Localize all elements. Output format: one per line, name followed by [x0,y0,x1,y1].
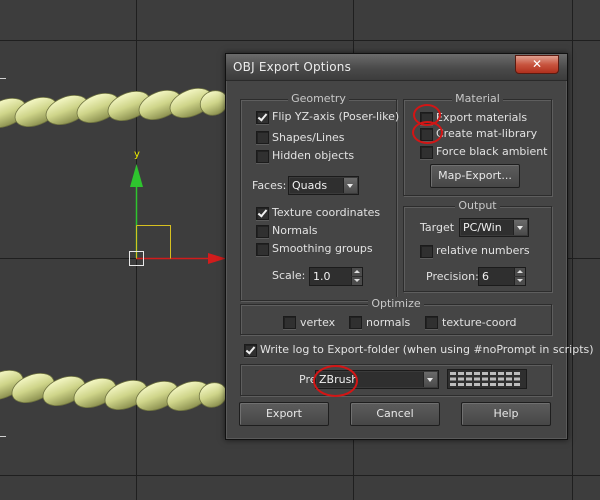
annotation-circle-preset [313,365,358,397]
cancel-button[interactable]: Cancel [350,402,440,426]
optimize-vertex-checkbox[interactable] [283,316,296,329]
write-log-label[interactable]: Write log to Export-folder (when using #… [260,343,594,356]
force-black-ambient-label[interactable]: Force black ambient [436,145,548,158]
flip-yz-checkbox[interactable] [256,111,269,124]
target-dropdown[interactable]: PC/Win [459,218,529,237]
hidden-objects-checkbox[interactable] [256,150,269,163]
obj-export-dialog: OBJ Export Options ✕ Geometry Flip YZ-ax… [225,53,594,440]
precision-label: Precision: [426,270,479,283]
close-icon: ✕ [531,57,543,71]
smoothing-groups-checkbox[interactable] [256,243,269,256]
create-mat-library-label[interactable]: Create mat-library [436,127,537,140]
force-black-ambient-checkbox[interactable] [420,146,433,159]
map-export-button[interactable]: Map-Export... [430,164,520,188]
chevron-down-icon [343,178,357,193]
dialog-titlebar[interactable]: OBJ Export Options ✕ [226,54,567,81]
close-button[interactable]: ✕ [515,55,559,74]
hidden-objects-label[interactable]: Hidden objects [272,149,354,162]
export-materials-label[interactable]: Export materials [436,111,527,124]
scale-label: Scale: [272,269,306,282]
chevron-down-icon [423,372,437,387]
geometry-group-title: Geometry [288,92,349,105]
shapes-lines-checkbox[interactable] [256,131,269,144]
precision-value: 6 [482,270,489,283]
output-group-title: Output [455,199,500,212]
material-group-title: Material [452,92,503,105]
texture-coordinates-label[interactable]: Texture coordinates [272,206,380,219]
target-label: Target [420,221,455,234]
write-log-checkbox[interactable] [244,344,257,357]
annotation-circle-create-mat-library [412,121,443,144]
spinner-down-icon[interactable] [514,277,525,285]
scale-spinner[interactable]: 1.0 [309,267,363,286]
relative-numbers-checkbox[interactable] [420,245,433,258]
axis-label-y: y [134,149,140,160]
texture-coordinates-checkbox[interactable] [256,207,269,220]
preset-list-icon[interactable] [447,369,527,389]
normals-label[interactable]: Normals [272,224,318,237]
optimize-texture-coord-checkbox[interactable] [425,316,438,329]
dialog-title: OBJ Export Options [233,60,352,74]
scale-value: 1.0 [313,270,331,283]
normals-checkbox[interactable] [256,225,269,238]
help-button[interactable]: Help [461,402,551,426]
optimize-normals-checkbox[interactable] [349,316,362,329]
optimize-group-title: Optimize [368,297,424,310]
target-value: PC/Win [463,221,502,234]
export-button[interactable]: Export [239,402,329,426]
spinner-down-icon[interactable] [351,277,362,285]
spinner-up-icon[interactable] [514,268,525,276]
optimize-vertex-label[interactable]: vertex [300,316,335,329]
shapes-lines-label[interactable]: Shapes/Lines [272,131,345,144]
flip-yz-label[interactable]: Flip YZ-axis (Poser-like) [272,110,399,123]
spinner-up-icon[interactable] [351,268,362,276]
optimize-texture-coord-label[interactable]: texture-coord [442,316,517,329]
faces-label: Faces: [252,179,287,192]
optimize-normals-label[interactable]: normals [366,316,410,329]
relative-numbers-label[interactable]: relative numbers [436,244,530,257]
chevron-down-icon [513,220,527,235]
faces-value: Quads [292,179,328,192]
smoothing-groups-label[interactable]: Smoothing groups [272,242,373,255]
faces-dropdown[interactable]: Quads [288,176,359,195]
precision-spinner[interactable]: 6 [478,267,526,286]
